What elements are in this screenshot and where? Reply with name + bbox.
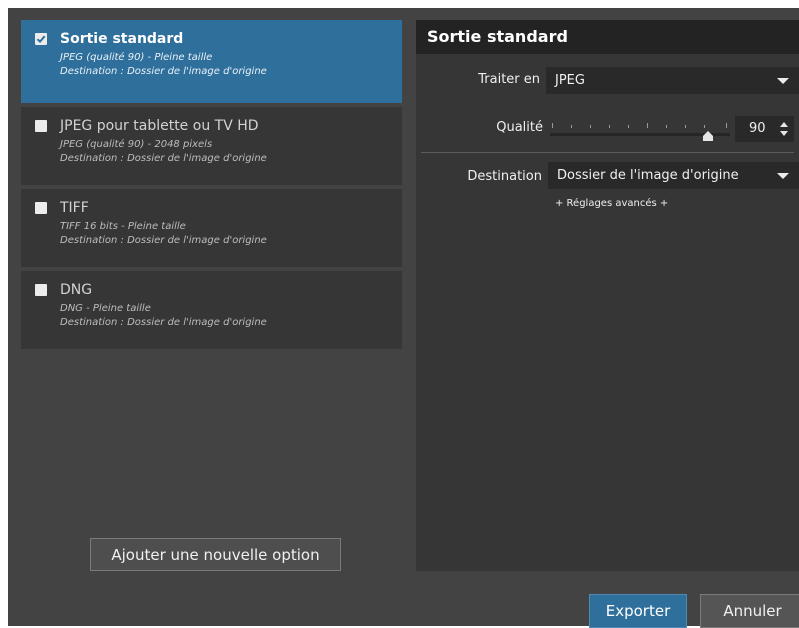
preset-format: JPEG (qualité 90) - 2048 pixels: [60, 139, 213, 150]
process-label: Traiter en: [478, 72, 540, 87]
destination-select[interactable]: Dossier de l'image d'origine: [548, 162, 799, 189]
settings-title: Sortie standard: [416, 20, 799, 54]
slider-tick: [647, 123, 648, 128]
export-button[interactable]: Exporter: [589, 594, 687, 628]
checkbox-checked-icon[interactable]: [35, 33, 47, 45]
preset-destination: Destination : Dossier de l'image d'origi…: [60, 317, 267, 328]
preset-name: Sortie standard: [60, 31, 184, 47]
process-format-value: JPEG: [555, 73, 585, 88]
preset-item-tablet-tv[interactable]: JPEG pour tablette ou TV HD JPEG (qualit…: [21, 107, 402, 185]
spinner-arrows-icon[interactable]: [780, 121, 788, 137]
cancel-button[interactable]: Annuler: [700, 594, 799, 628]
quality-slider[interactable]: [550, 116, 730, 141]
chevron-down-icon: [777, 78, 789, 84]
checkbox-icon[interactable]: [35, 284, 47, 296]
destination-label: Destination: [467, 169, 542, 184]
export-dialog: Sortie standard JPEG (qualité 90) - Plei…: [8, 8, 799, 628]
preset-list: Sortie standard JPEG (qualité 90) - Plei…: [21, 20, 402, 353]
preset-format: JPEG (qualité 90) - Pleine taille: [60, 52, 213, 63]
slider-tick: [685, 125, 686, 128]
preset-destination: Destination : Dossier de l'image d'origi…: [60, 66, 267, 77]
preset-destination: Destination : Dossier de l'image d'origi…: [60, 235, 267, 246]
process-format-select[interactable]: JPEG: [546, 67, 799, 94]
slider-tick: [666, 125, 667, 128]
checkbox-icon[interactable]: [35, 202, 47, 214]
slider-tick: [628, 125, 629, 128]
preset-name: JPEG pour tablette ou TV HD: [60, 118, 259, 134]
preset-name: TIFF: [60, 200, 89, 216]
preset-format: TIFF 16 bits - Pleine taille: [60, 221, 186, 232]
slider-tick: [571, 125, 572, 128]
slider-tick: [552, 123, 553, 128]
preset-destination: Destination : Dossier de l'image d'origi…: [60, 153, 267, 164]
preset-item-dng[interactable]: DNG DNG - Pleine taille Destination : Do…: [21, 271, 402, 349]
quality-label: Qualité: [496, 120, 543, 135]
advanced-settings-link[interactable]: + Réglages avancés +: [555, 198, 668, 209]
preset-item-tiff[interactable]: TIFF TIFF 16 bits - Pleine taille Destin…: [21, 189, 402, 267]
add-option-button[interactable]: Ajouter une nouvelle option: [90, 538, 341, 571]
section-divider: [421, 152, 794, 153]
slider-tick: [726, 123, 727, 128]
chevron-down-icon: [777, 173, 789, 179]
slider-tick: [590, 125, 591, 128]
slider-tick: [609, 125, 610, 128]
checkbox-icon[interactable]: [35, 120, 47, 132]
quality-number-input[interactable]: 90: [735, 116, 794, 142]
preset-format: DNG - Pleine taille: [60, 303, 151, 314]
destination-value: Dossier de l'image d'origine: [557, 168, 739, 183]
settings-panel: Sortie standard Traiter en JPEG Qualité …: [416, 20, 799, 571]
preset-name: DNG: [60, 282, 93, 298]
slider-thumb-icon[interactable]: [703, 126, 713, 141]
preset-item-standard[interactable]: Sortie standard JPEG (qualité 90) - Plei…: [21, 20, 402, 103]
quality-value: 90: [749, 121, 766, 136]
